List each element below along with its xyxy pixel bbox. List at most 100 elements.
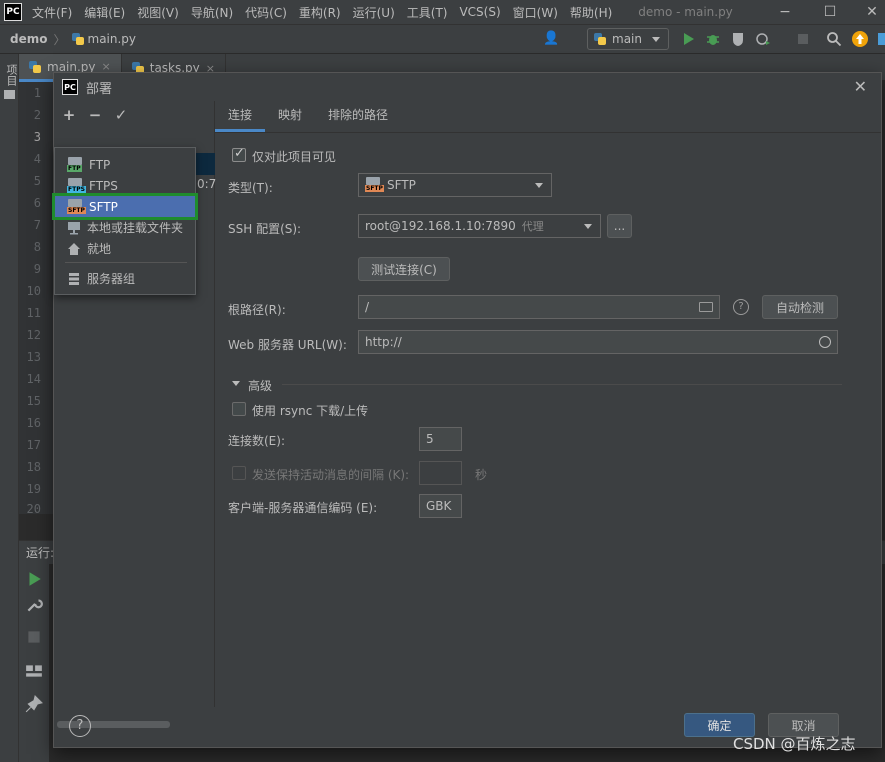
plugin-icon[interactable] [878, 31, 885, 47]
line-number: 5 [33, 174, 41, 188]
dialog-titlebar[interactable]: PC 部署 ✕ [54, 73, 881, 101]
update-icon[interactable] [852, 31, 868, 47]
stop-icon[interactable] [795, 31, 811, 47]
line-number: 11 [26, 306, 41, 320]
keepalive-checkbox[interactable] [232, 466, 246, 480]
menu-refactor[interactable]: 重构(R) [299, 4, 341, 21]
section-divider [282, 384, 842, 385]
maximize-icon[interactable]: ☐ [820, 2, 840, 22]
keepalive-unit: 秒 [475, 468, 488, 482]
menu-item-server-group[interactable]: 服务器组 [55, 268, 195, 289]
search-icon[interactable] [826, 31, 842, 47]
coverage-icon[interactable] [730, 31, 746, 47]
help-icon[interactable]: ? [733, 299, 749, 315]
chevron-down-icon [584, 224, 592, 229]
collapse-triangle-icon[interactable] [232, 381, 240, 386]
python-file-icon [29, 60, 41, 73]
menu-view[interactable]: 视图(V) [137, 4, 179, 21]
root-path-input[interactable]: / [358, 295, 720, 319]
menubar: PC 文件(F) 编辑(E) 视图(V) 导航(N) 代码(C) 重构(R) 运… [0, 0, 885, 24]
debug-icon[interactable] [705, 31, 721, 47]
dialog-close-icon[interactable]: ✕ [854, 77, 867, 96]
server-list-pane: + − ✓ 0:7 FTP FTP FTPS FTPS SFTP SFTP 本地… [52, 101, 216, 728]
encoding-input[interactable]: GBK [419, 494, 462, 518]
use-rsync-checkbox[interactable] [232, 402, 246, 416]
minimize-icon[interactable]: − [775, 2, 795, 22]
dialog-help-button[interactable]: ? [69, 715, 91, 737]
visible-only-for-project-label: 仅对此项目可见 [252, 150, 337, 164]
menu-separator [65, 262, 187, 263]
autodetect-button[interactable]: 自动检测 [762, 295, 838, 319]
type-value: SFTP [387, 178, 416, 192]
menu-item-local-folder[interactable]: 本地或挂载文件夹 [55, 217, 195, 238]
globe-icon[interactable] [819, 336, 831, 348]
left-tool-strip [0, 54, 19, 762]
folder-icon[interactable] [699, 302, 713, 312]
pin-icon[interactable] [25, 695, 43, 713]
line-number: 19 [26, 482, 41, 496]
keepalive-input[interactable] [419, 461, 462, 485]
breadcrumb-file[interactable]: main.py [71, 32, 137, 46]
test-connection-button[interactable]: 测试连接(C) [358, 257, 450, 281]
apply-default-button[interactable]: ✓ [114, 106, 128, 124]
keepalive-label: 发送保持活动消息的间隔 (K): [252, 468, 410, 482]
layout-icon[interactable] [25, 662, 43, 680]
line-number: 6 [33, 196, 41, 210]
ssh-config-select[interactable]: root@192.168.1.10:7890 代理 [358, 214, 601, 238]
tab-mappings[interactable]: 映射 [265, 100, 315, 132]
menu-item-in-place[interactable]: 就地 [55, 238, 195, 259]
line-number: 4 [33, 152, 41, 166]
window-close-icon[interactable]: ✕ [862, 2, 882, 22]
ftps-icon: FTPS [67, 177, 86, 194]
type-select[interactable]: SFTP SFTP [358, 173, 552, 197]
menu-tools[interactable]: 工具(T) [407, 4, 448, 21]
menu-navigate[interactable]: 导航(N) [191, 4, 233, 21]
ftp-icon: FTP [67, 156, 83, 173]
web-server-url-input[interactable]: http:// [358, 330, 838, 354]
profile-icon[interactable] [755, 31, 771, 47]
menu-file[interactable]: 文件(F) [32, 4, 72, 21]
menu-help[interactable]: 帮助(H) [570, 4, 612, 21]
folder-icon[interactable] [4, 90, 15, 99]
ssh-config-browse-button[interactable]: ... [607, 214, 632, 238]
tab-connection[interactable]: 连接 [215, 100, 266, 132]
menu-item-ftp[interactable]: FTP FTP [55, 154, 195, 175]
rerun-icon[interactable] [25, 570, 43, 588]
line-number: 10 [26, 284, 41, 298]
remove-server-button[interactable]: − [88, 106, 102, 124]
wrench-icon[interactable] [25, 596, 43, 614]
run-icon[interactable] [680, 31, 696, 47]
menu-item-ftps[interactable]: FTPS FTPS [55, 175, 195, 196]
run-configuration-select[interactable]: main [587, 28, 669, 50]
menu-window[interactable]: 窗口(W) [513, 4, 558, 21]
deployment-dialog: PC 部署 ✕ + − ✓ 0:7 FTP FTP FTPS FTPS SFTP… [52, 72, 882, 748]
chevron-down-icon [535, 183, 543, 188]
menu-run[interactable]: 运行(U) [353, 4, 395, 21]
add-server-menu: FTP FTP FTPS FTPS SFTP SFTP 本地或挂载文件夹 就地 [52, 147, 198, 295]
menu-edit[interactable]: 编辑(E) [84, 4, 125, 21]
menu-code[interactable]: 代码(C) [245, 4, 287, 21]
user-icon[interactable]: 👤 [543, 31, 559, 47]
line-number-current: 3 [33, 130, 41, 144]
add-server-button[interactable]: + [62, 106, 76, 124]
mounted-folder-icon [68, 221, 80, 234]
project-tool-window-label[interactable]: 项目 [3, 64, 19, 86]
connections-input[interactable]: 5 [419, 427, 462, 451]
sftp-icon: SFTP [365, 177, 384, 193]
breadcrumb-file-label: main.py [87, 32, 137, 46]
advanced-section-title[interactable]: 高级 [248, 377, 272, 394]
breadcrumb-separator-icon: 〉 [53, 32, 66, 47]
menu-item-label: 本地或挂载文件夹 [87, 221, 184, 235]
tab-excluded-paths[interactable]: 排除的路径 [315, 100, 401, 132]
visible-only-for-project-checkbox[interactable] [232, 146, 246, 162]
home-icon [68, 242, 80, 255]
run-config-label: main [612, 32, 642, 46]
server-list-row[interactable] [194, 153, 215, 175]
breadcrumb-project[interactable]: demo [10, 32, 47, 46]
server-settings-pane: 连接 映射 排除的路径 仅对此项目可见 类型(T): SFTP SFTP SSH… [215, 101, 881, 707]
menu-vcs[interactable]: VCS(S) [459, 5, 500, 19]
menu-item-sftp[interactable]: SFTP SFTP [52, 193, 198, 220]
window-title: demo - main.py [638, 5, 733, 19]
ssh-config-proxy-tag: 代理 [521, 220, 544, 233]
stop-icon[interactable] [25, 628, 43, 646]
